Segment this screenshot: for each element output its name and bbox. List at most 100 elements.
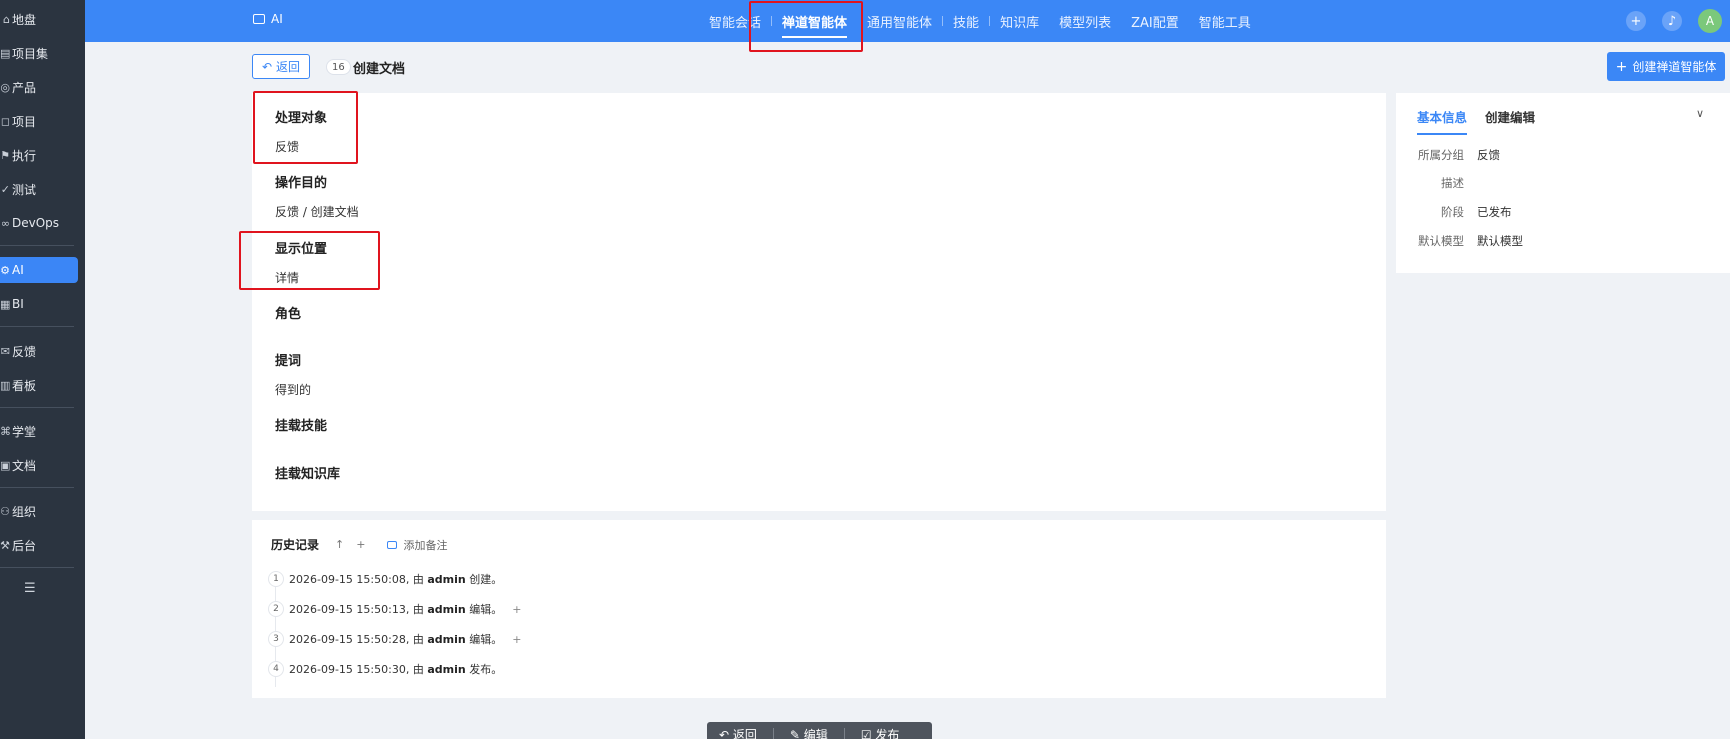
sidebar-item-label: DevOps	[12, 216, 60, 230]
org-icon: ⚇	[0, 504, 10, 518]
field-label: 操作目的	[275, 176, 328, 191]
highlight-box	[749, 1, 863, 52]
info-row-description: 描述	[1396, 175, 1477, 191]
sidebar-item-project[interactable]: ◻ 项目	[0, 108, 78, 134]
history-header: 历史记录 ↑ + 添加备注	[271, 536, 447, 553]
history-entry-action: 编辑。	[465, 603, 503, 616]
nav-item-tools[interactable]: 智能工具	[1189, 0, 1261, 42]
sidebar-item-home[interactable]: ⌂ 地盘	[0, 6, 78, 32]
sidebar-item-admin[interactable]: ⚒ 后台	[0, 532, 78, 558]
sidebar-divider	[0, 567, 74, 568]
add-note-button[interactable]: 添加备注	[387, 537, 447, 553]
toolbar-publish-button[interactable]: ☑ 发布	[861, 726, 900, 739]
info-panel: 基本信息 创建编辑 ∨ 所属分组 反馈 描述 阶段 已发布 默认模型 默认模型	[1396, 93, 1730, 273]
field-value: 反馈 / 创建文档	[275, 205, 359, 219]
sidebar-item-kanban[interactable]: ▥ 看板	[0, 372, 78, 398]
agent-detail-card: 处理对象 反馈 操作目的 反馈 / 创建文档 显示位置 详情 角色 提词 得到的…	[252, 93, 1386, 511]
top-navbar: AI 智能会话 禅道智能体 通用智能体 技能 知识库 模型列表 ZAI配置 智能…	[85, 0, 1730, 42]
tab-create-edit[interactable]: 创建编辑	[1485, 107, 1535, 135]
history-entry-action: 发布。	[465, 663, 503, 676]
page-title: 创建文档	[353, 62, 406, 77]
sidebar-item-product[interactable]: ◎ 产品	[0, 74, 78, 100]
create-agent-button[interactable]: + 创建禅道智能体	[1607, 52, 1725, 81]
bi-icon: ▦	[0, 297, 10, 311]
program-icon: ▤	[0, 46, 10, 60]
toolbar-separator	[772, 728, 774, 739]
field-label: 提词	[275, 354, 302, 369]
field-prompt: 提词 得到的	[275, 350, 311, 398]
expand-entry-icon[interactable]: +	[512, 633, 521, 646]
field-label: 挂载知识库	[275, 467, 341, 482]
app-switcher[interactable]: AI	[253, 12, 283, 26]
history-entry: 4 2026-09-15 15:50:30, 由 admin 发布。	[268, 661, 502, 677]
history-entry-user: admin	[427, 663, 466, 676]
history-card: 历史记录 ↑ + 添加备注 1 2026-09-15 15:50:08, 由 a…	[252, 520, 1386, 698]
sidebar-item-org[interactable]: ⚇ 组织	[0, 498, 78, 524]
sidebar-item-execution[interactable]: ⚑ 执行	[0, 142, 78, 168]
history-entry-time: 2026-09-15 15:50:08, 由	[289, 573, 428, 586]
plus-icon: +	[1615, 58, 1628, 75]
school-icon: ⌘	[0, 424, 10, 438]
history-entry-action: 创建。	[465, 573, 503, 586]
sidebar-item-school[interactable]: ⌘ 学堂	[0, 418, 78, 444]
field-skills: 挂载技能	[275, 415, 327, 434]
nav-item-skills[interactable]: 技能	[943, 0, 989, 42]
info-key: 描述	[1441, 176, 1464, 190]
bottom-action-bar: ↶ 返回 ✎ 编辑 ☑ 发布	[707, 722, 932, 739]
devops-icon: ∞	[0, 216, 10, 230]
history-entry-action: 编辑。	[465, 633, 503, 646]
toolbar-back-label: 返回	[732, 727, 757, 739]
history-entry-number: 1	[268, 571, 284, 587]
sidebar-divider	[0, 245, 74, 246]
comment-icon	[387, 540, 398, 549]
create-agent-label: 创建禅道智能体	[1632, 60, 1717, 74]
sidebar-item-devops[interactable]: ∞ DevOps	[0, 210, 78, 236]
chevron-down-icon[interactable]: ∨	[1696, 107, 1704, 120]
publish-icon: ☑	[860, 727, 872, 739]
add-icon[interactable]: +	[1626, 11, 1646, 31]
nav-item-zai-config[interactable]: ZAI配置	[1121, 0, 1189, 42]
sidebar-item-doc[interactable]: ▣ 文档	[0, 452, 78, 478]
back-button[interactable]: ↶ 返回	[252, 54, 310, 79]
robot-icon	[253, 14, 265, 24]
sidebar-item-label: 文档	[12, 458, 37, 473]
home-icon: ⌂	[3, 12, 10, 26]
history-entry: 1 2026-09-15 15:50:08, 由 admin 创建。	[268, 571, 502, 587]
sidebar-divider	[0, 326, 74, 327]
history-entry-number: 2	[268, 601, 284, 617]
nav-item-models[interactable]: 模型列表	[1049, 0, 1121, 42]
sidebar-item-ai[interactable]: ⚙ AI	[0, 257, 78, 283]
info-key: 阶段	[1441, 205, 1464, 219]
nav-item-general-agent[interactable]: 通用智能体	[857, 0, 942, 42]
expand-all-icon[interactable]: +	[356, 538, 365, 551]
sidebar-item-bi[interactable]: ▦ BI	[0, 291, 78, 317]
sidebar-item-feedback[interactable]: ✉ 反馈	[0, 338, 78, 364]
sidebar-item-program[interactable]: ▤ 项目集	[0, 40, 78, 66]
sidebar-item-label: 项目	[12, 114, 37, 129]
sidebar-item-label: 测试	[12, 182, 37, 197]
nav-item-knowledge-base[interactable]: 知识库	[990, 0, 1049, 42]
feedback-icon: ✉	[0, 344, 10, 358]
toolbar-back-button[interactable]: ↶ 返回	[719, 726, 757, 739]
tab-basic-info[interactable]: 基本信息	[1417, 107, 1468, 135]
execution-icon: ⚑	[0, 148, 10, 162]
history-entry: 3 2026-09-15 15:50:28, 由 admin 编辑。 +	[268, 631, 521, 647]
toolbar-edit-button[interactable]: ✎ 编辑	[790, 726, 828, 739]
ai-icon: ⚙	[0, 263, 10, 277]
sidebar-item-label: AI	[12, 263, 24, 277]
undo-arrow-icon: ↶	[261, 59, 273, 74]
avatar[interactable]: A	[1698, 9, 1722, 33]
project-icon: ◻	[0, 114, 10, 128]
admin-icon: ⚒	[0, 538, 10, 552]
collapse-sidebar-icon[interactable]: ☰	[24, 581, 38, 596]
sidebar-item-label: 看板	[12, 378, 37, 393]
history-entry: 2 2026-09-15 15:50:13, 由 admin 编辑。 +	[268, 601, 521, 617]
sidebar-item-label: 地盘	[12, 12, 37, 27]
bell-icon[interactable]: ♪	[1662, 11, 1682, 31]
sidebar-item-test[interactable]: ✓ 测试	[0, 176, 78, 202]
sort-icon[interactable]: ↑	[335, 538, 344, 551]
field-label: 角色	[275, 307, 302, 322]
expand-entry-icon[interactable]: +	[512, 603, 521, 616]
sidebar-item-label: 学堂	[12, 424, 37, 439]
undo-arrow-icon: ↶	[719, 727, 730, 739]
